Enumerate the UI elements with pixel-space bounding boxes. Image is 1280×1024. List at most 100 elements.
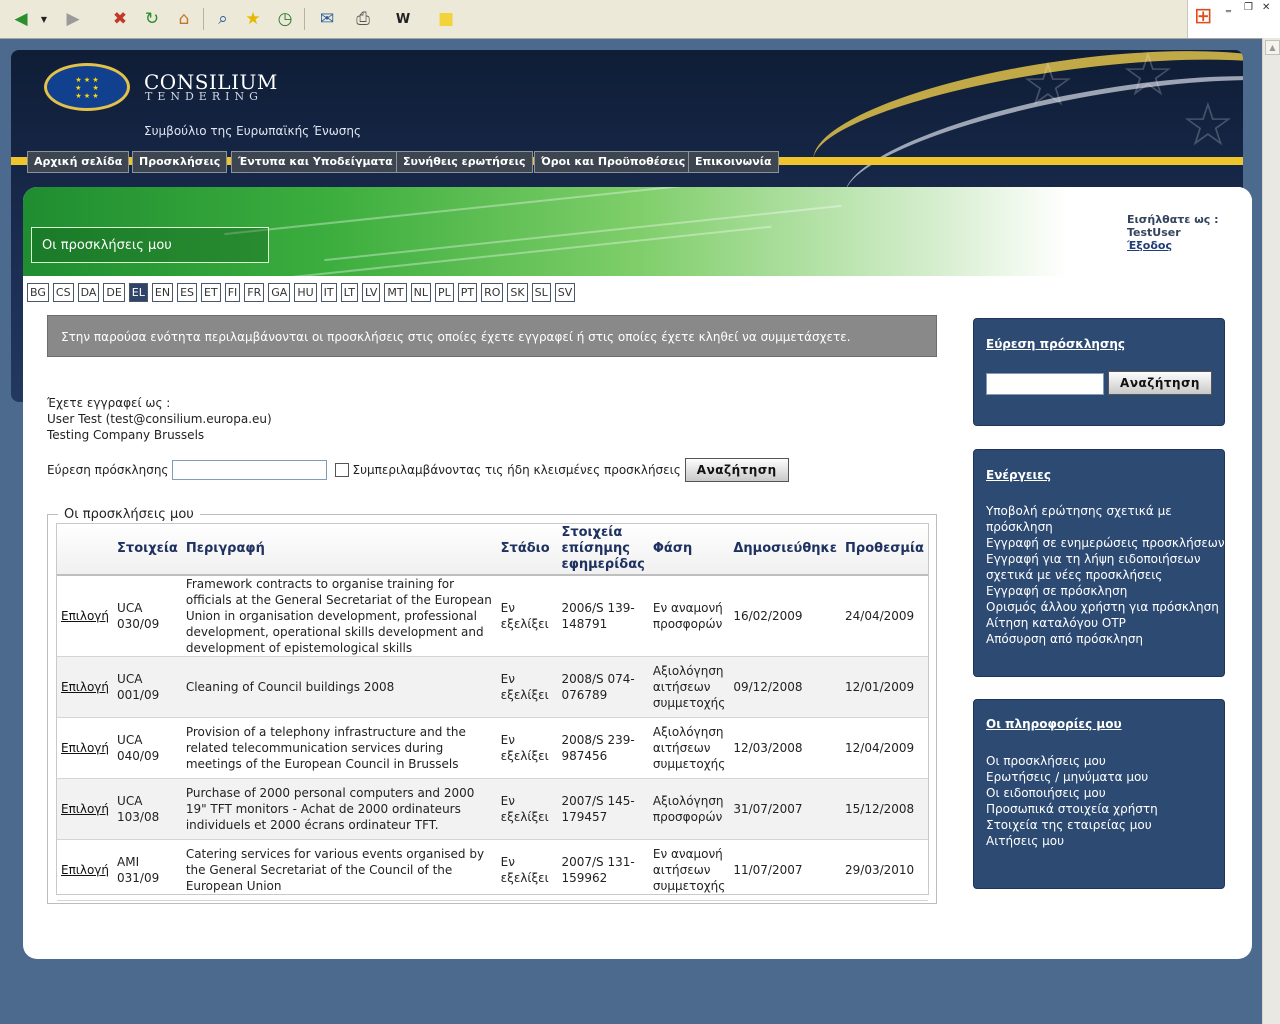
favorites-icon[interactable]: ★ [240,6,266,32]
action-item[interactable]: Απόσυρση από πρόσκληση [986,631,1225,647]
stop-icon[interactable]: ✖ [108,6,132,32]
search-input[interactable] [172,460,328,480]
edit-icon[interactable]: W [388,6,418,32]
my-info-item[interactable]: Οι ειδοποιήσεις μου [986,785,1158,801]
col-reference[interactable]: Στοιχεία [113,524,182,576]
language-de[interactable]: DE [103,283,125,302]
language-cs[interactable]: CS [52,283,74,302]
select-link[interactable]: Επιλογή [61,680,109,694]
vertical-scrollbar[interactable]: ▲ [1262,38,1280,1024]
nav-forms[interactable]: Έντυπα και Υποδείγματα [231,151,400,173]
language-lt[interactable]: LT [340,283,358,302]
col-official-journal[interactable]: Στοιχεία επίσημης εφημερίδας [557,524,649,576]
action-item[interactable]: Υποβολή ερώτησης σχετικά με [986,503,1225,519]
call-reference: AMI 031/09 [113,839,182,901]
windows-logo: ⊞ ‗ ❐ ✕ [1187,0,1280,38]
action-item[interactable]: Αίτηση καταλόγου OTP [986,615,1225,631]
action-item[interactable]: σχετικά με νέες προσκλήσεις [986,567,1225,583]
nav-calls[interactable]: Προσκλήσεις [132,151,228,173]
col-description[interactable]: Περιγραφή [181,524,497,576]
my-info-item[interactable]: Αιτήσεις μου [986,833,1158,849]
nav-faq[interactable]: Συνήθεις ερωτήσεις [396,151,533,173]
action-item[interactable]: Εγγραφή σε πρόσκληση [986,583,1225,599]
language-sv[interactable]: SV [554,283,576,302]
search-button[interactable]: Αναζήτηση [684,458,789,482]
refresh-icon[interactable]: ↻ [140,6,164,32]
language-pt[interactable]: PT [457,283,478,302]
language-pl[interactable]: PL [434,283,454,302]
deadline-date: 24/04/2009 [841,575,928,657]
deadline-date: 15/12/2008 [841,778,928,840]
language-mt[interactable]: MT [384,283,407,302]
table-cell: Επιλογή [57,575,114,657]
action-item[interactable]: Εγγραφή για τη λήψη ειδοποιήσεων [986,551,1225,567]
include-closed-checkbox[interactable] [335,463,350,477]
mail-icon[interactable]: ✉ [312,6,342,32]
history-icon[interactable]: ◷ [272,6,298,32]
dropdown-arrow-icon[interactable]: ▼ [38,6,50,32]
close-icon[interactable]: ✕ [1262,2,1270,13]
col-published[interactable]: Δημοσιεύθηκε [729,524,842,576]
language-ga[interactable]: GA [268,283,291,302]
include-closed-label: Συμπεριλαμβάνοντας τις ήδη κλεισμένες πρ… [352,463,681,477]
nav-contact[interactable]: Επικοινωνία [688,151,779,173]
language-et[interactable]: ET [201,283,221,302]
scroll-up-icon[interactable]: ▲ [1265,40,1280,55]
action-item[interactable]: Ορισμός άλλου χρήστη για πρόσκληση [986,599,1225,615]
search-icon[interactable]: ⌕ [210,6,236,32]
decorative-star-icon: ☆ [1021,50,1075,120]
col-stage[interactable]: Στάδιο [496,524,558,576]
sidebar-search-input[interactable] [986,373,1104,395]
my-info-item[interactable]: Ερωτήσεις / μηνύματα μου [986,769,1158,785]
login-status: Εισήλθατε ως : TestUser Έξοδος [1127,213,1219,252]
language-el[interactable]: EL [128,283,148,302]
language-hu[interactable]: HU [294,283,317,302]
language-lv[interactable]: LV [361,283,381,302]
select-link[interactable]: Επιλογή [61,863,109,877]
nav-home[interactable]: Αρχική σελίδα [27,151,130,173]
select-link[interactable]: Επιλογή [61,741,109,755]
language-da[interactable]: DA [77,283,100,302]
select-link[interactable]: Επιλογή [61,802,109,816]
forward-icon[interactable]: ▶ [60,6,86,32]
eu-flag-logo[interactable]: ★ ★ ★ ★ ★ ★ ★ ★ [44,63,130,111]
info-box: Στην παρούσα ενότητα περιλαμβάνονται οι … [47,315,937,357]
action-item[interactable]: πρόσκληση [986,519,1225,535]
action-item[interactable]: Εγγραφή σε ενημερώσεις προσκλήσεων [986,535,1225,551]
table-cell: Επιλογή [57,778,114,840]
language-fr[interactable]: FR [244,283,265,302]
language-fi[interactable]: FI [224,283,241,302]
logout-link[interactable]: Έξοδος [1127,239,1172,252]
my-info-item[interactable]: Οι προσκλήσεις μου [986,753,1158,769]
home-icon[interactable]: ⌂ [171,6,197,32]
language-sl[interactable]: SL [531,283,551,302]
my-info-box: Οι πληροφορίες μου Οι προσκλήσεις μου Ερω… [973,699,1225,889]
language-es[interactable]: ES [177,283,198,302]
page-title: Οι προσκλήσεις μου [31,227,269,263]
language-en[interactable]: EN [151,283,174,302]
col-phase[interactable]: Φάση [648,524,730,576]
select-link[interactable]: Επιλογή [61,609,109,623]
language-nl[interactable]: NL [410,283,431,302]
nav-terms[interactable]: Όροι και Προϋποθέσεις [534,151,693,173]
language-it[interactable]: IT [320,283,337,302]
find-call-title[interactable]: Εύρεση πρόσκλησης [986,337,1125,351]
sidebar-search-button[interactable]: Αναζήτηση [1108,371,1212,395]
registration-company: Testing Company Brussels [47,428,205,442]
table-row: Επιλογή UCA 001/09 Cleaning of Council bui… [57,656,928,718]
table-cell: Επιλογή [57,656,114,718]
call-description: Framework contracts to organise training… [181,575,497,657]
actions-box: Ενέργειες Υποβολή ερώτησης σχετικά με πρό… [973,449,1225,677]
back-icon[interactable]: ◀ [8,6,34,32]
print-icon[interactable]: ⎙ [350,6,376,32]
language-bg[interactable]: BG [27,283,49,302]
note-icon[interactable]: ■ [433,6,459,32]
my-info-item[interactable]: Στοιχεία της εταιρείας μου [986,817,1158,833]
call-stage: Εν εξελίξει [496,575,558,657]
language-sk[interactable]: SK [507,283,528,302]
language-ro[interactable]: RO [481,283,504,302]
my-info-item[interactable]: Προσωπικά στοιχεία χρήστη [986,801,1158,817]
restore-icon[interactable]: ❐ [1244,2,1253,13]
col-deadline[interactable]: Προθεσμία [841,524,928,576]
minimize-icon[interactable]: ‗ [1226,2,1231,13]
